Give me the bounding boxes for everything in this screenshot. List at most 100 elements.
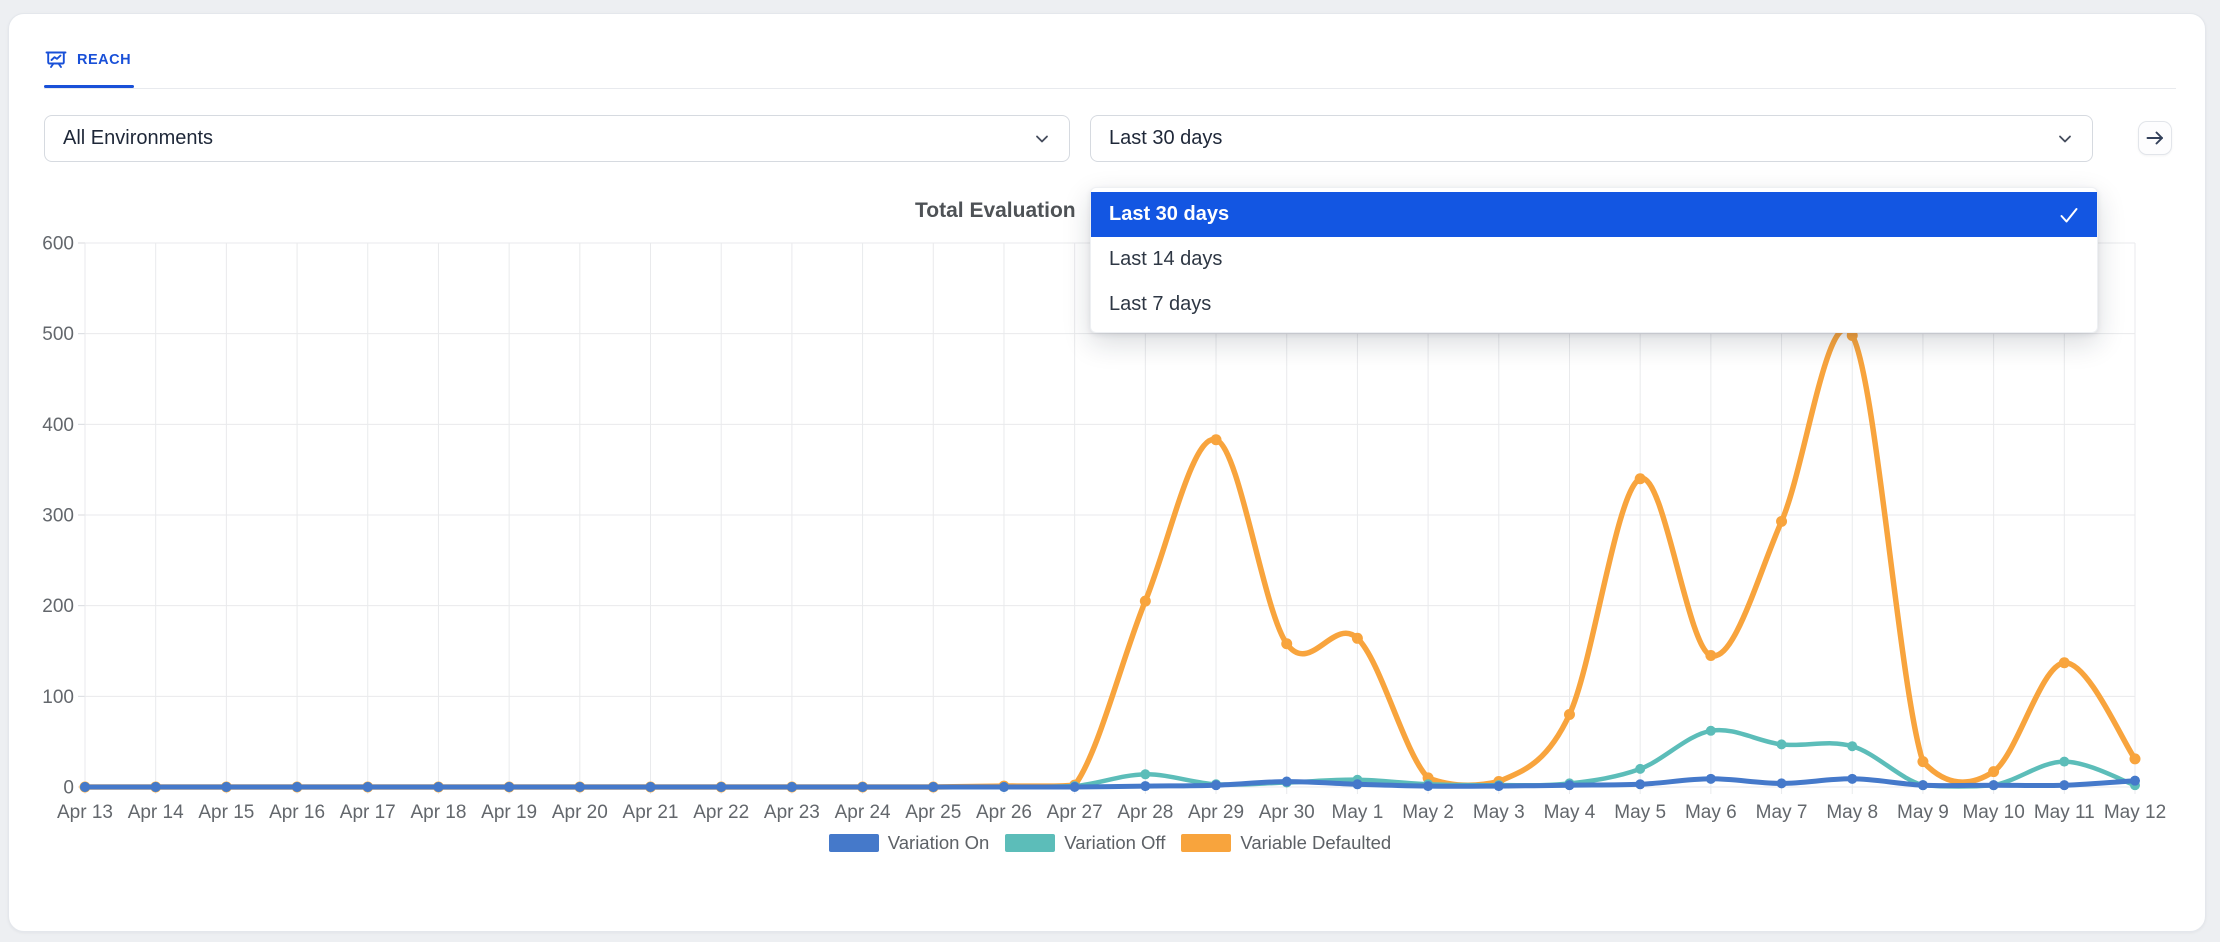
series-point-variation-on xyxy=(1989,780,1999,790)
dashboard-page: REACH All Environments Last 30 days Tota… xyxy=(0,0,2220,942)
series-point-variation-off xyxy=(1635,764,1645,774)
series-point-variation-on xyxy=(80,782,90,792)
x-axis-label: May 3 xyxy=(1473,802,1525,823)
series-point-variable-defaulted xyxy=(2130,753,2141,764)
series-point-variation-on xyxy=(1777,778,1787,788)
menu-item-last-7-days[interactable]: Last 7 days xyxy=(1091,282,2097,327)
series-point-variation-on xyxy=(858,782,868,792)
series-point-variation-on xyxy=(646,782,656,792)
series-point-variation-off xyxy=(1706,726,1716,736)
legend-item-variation-off[interactable]: Variation Off xyxy=(1005,832,1165,854)
menu-item-label: Last 7 days xyxy=(1109,293,1211,316)
series-point-variation-on xyxy=(716,782,726,792)
legend-swatch-variable-defaulted xyxy=(1181,834,1231,852)
legend-label: Variation Off xyxy=(1064,832,1165,854)
date-range-menu: Last 30 days Last 14 days Last 7 days xyxy=(1090,187,2098,333)
x-axis-label: Apr 25 xyxy=(905,802,961,823)
legend-item-variation-on[interactable]: Variation On xyxy=(829,832,989,854)
x-axis-label: May 4 xyxy=(1544,802,1596,823)
x-axis-label: Apr 17 xyxy=(340,802,396,823)
x-axis-label: May 8 xyxy=(1826,802,1878,823)
series-point-variable-defaulted xyxy=(1211,434,1222,445)
chart-legend: Variation On Variation Off Variable Defa… xyxy=(40,832,2180,854)
y-axis-label: 600 xyxy=(42,234,74,255)
series-point-variation-on xyxy=(1282,777,1292,787)
x-axis-label: May 7 xyxy=(1756,802,1808,823)
x-axis-label: Apr 18 xyxy=(410,802,466,823)
x-axis-label: Apr 24 xyxy=(835,802,891,823)
legend-item-variable-defaulted[interactable]: Variable Defaulted xyxy=(1181,832,1391,854)
x-axis-label: Apr 30 xyxy=(1259,802,1315,823)
x-axis-label: Apr 29 xyxy=(1188,802,1244,823)
series-point-variation-on xyxy=(1847,774,1857,784)
x-axis-label: May 6 xyxy=(1685,802,1737,823)
x-axis-label: May 10 xyxy=(1962,802,2024,823)
x-axis-label: May 5 xyxy=(1614,802,1666,823)
x-axis-label: Apr 22 xyxy=(693,802,749,823)
y-axis-label: 300 xyxy=(42,506,74,527)
x-axis-label: Apr 26 xyxy=(976,802,1032,823)
series-point-variation-on xyxy=(1211,780,1221,790)
menu-item-last-30-days[interactable]: Last 30 days xyxy=(1091,192,2097,237)
x-axis-label: Apr 23 xyxy=(764,802,820,823)
series-point-variation-off xyxy=(2059,757,2069,767)
x-axis-label: May 1 xyxy=(1332,802,1384,823)
series-point-variation-on xyxy=(2059,780,2069,790)
menu-item-label: Last 30 days xyxy=(1109,203,1229,226)
menu-item-label: Last 14 days xyxy=(1109,248,1222,271)
y-axis-label: 100 xyxy=(42,687,74,708)
y-axis-label: 400 xyxy=(42,415,74,436)
x-axis-label: May 2 xyxy=(1402,802,1454,823)
series-point-variable-defaulted xyxy=(1635,473,1646,484)
series-point-variation-on xyxy=(433,782,443,792)
legend-swatch-variation-off xyxy=(1005,834,1055,852)
series-point-variable-defaulted xyxy=(1281,638,1292,649)
series-point-variation-on xyxy=(2130,776,2140,786)
series-point-variation-on xyxy=(1918,780,1928,790)
series-point-variation-on xyxy=(999,782,1009,792)
menu-item-last-14-days[interactable]: Last 14 days xyxy=(1091,237,2097,282)
x-axis-label: May 12 xyxy=(2104,802,2166,823)
series-point-variable-defaulted xyxy=(1140,596,1151,607)
legend-swatch-variation-on xyxy=(829,834,879,852)
series-point-variable-defaulted xyxy=(1352,633,1363,644)
series-point-variation-on xyxy=(1423,781,1433,791)
series-point-variation-on xyxy=(1070,782,1080,792)
series-line-variable-defaulted xyxy=(85,330,2135,787)
series-point-variation-on xyxy=(363,782,373,792)
series-point-variation-on xyxy=(1635,779,1645,789)
y-axis-label: 200 xyxy=(42,596,74,617)
x-axis-label: Apr 15 xyxy=(198,802,254,823)
check-icon xyxy=(2057,203,2081,227)
series-point-variable-defaulted xyxy=(1705,650,1716,661)
x-axis-label: May 11 xyxy=(2034,802,2095,823)
x-axis-label: Apr 14 xyxy=(128,802,184,823)
series-point-variation-on xyxy=(292,782,302,792)
series-point-variation-on xyxy=(928,782,938,792)
series-point-variation-off xyxy=(1847,741,1857,751)
x-axis-label: May 9 xyxy=(1897,802,1949,823)
x-axis-label: Apr 19 xyxy=(481,802,537,823)
series-point-variation-on xyxy=(1140,781,1150,791)
series-point-variable-defaulted xyxy=(2059,657,2070,668)
series-point-variation-on xyxy=(1564,780,1574,790)
series-point-variable-defaulted xyxy=(1988,766,1999,777)
series-point-variation-on xyxy=(1494,781,1504,791)
x-axis-label: Apr 27 xyxy=(1047,802,1103,823)
series-point-variation-on xyxy=(787,782,797,792)
x-axis-label: Apr 21 xyxy=(623,802,679,823)
y-axis-label: 0 xyxy=(63,778,74,799)
series-point-variable-defaulted xyxy=(1776,516,1787,527)
legend-label: Variable Defaulted xyxy=(1240,832,1391,854)
series-point-variation-on xyxy=(575,782,585,792)
series-point-variation-on xyxy=(151,782,161,792)
series-point-variation-on xyxy=(221,782,231,792)
x-axis-label: Apr 20 xyxy=(552,802,608,823)
series-point-variation-off xyxy=(1140,769,1150,779)
series-point-variation-on xyxy=(1706,774,1716,784)
series-point-variable-defaulted xyxy=(1564,709,1575,720)
x-axis-label: Apr 13 xyxy=(57,802,113,823)
x-axis-label: Apr 16 xyxy=(269,802,325,823)
series-point-variation-on xyxy=(1352,779,1362,789)
tab-active-underline xyxy=(44,85,134,88)
